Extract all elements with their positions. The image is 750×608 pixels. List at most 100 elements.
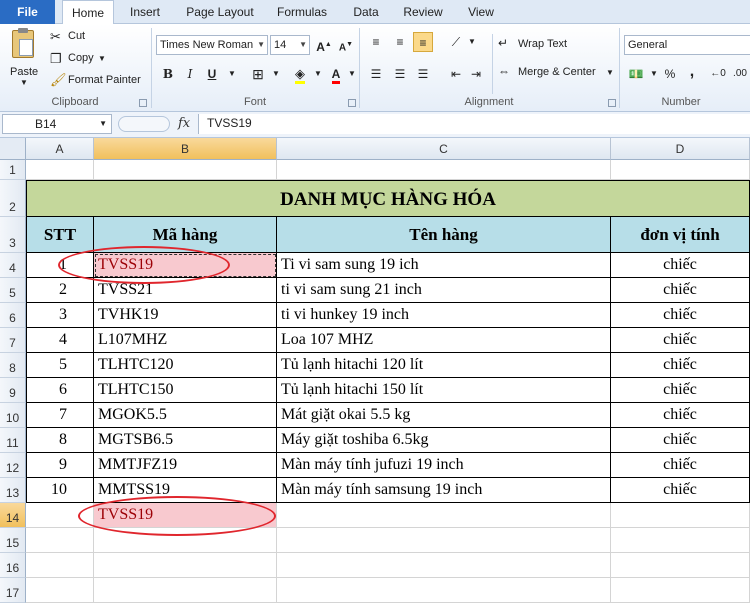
cell-ten-hang[interactable]: Màn máy tính jufuzi 19 inch: [277, 453, 611, 478]
cell-ma-hang[interactable]: MMTJFZ19: [94, 453, 277, 478]
chevron-down-icon[interactable]: ▼: [222, 64, 242, 84]
tab-review[interactable]: Review: [398, 0, 448, 24]
tab-view[interactable]: View: [458, 0, 504, 24]
row-header[interactable]: 6: [0, 303, 26, 328]
align-right-icon[interactable]: ☰: [413, 64, 433, 84]
cell-stt[interactable]: 9: [26, 453, 94, 478]
cell-stt[interactable]: 5: [26, 353, 94, 378]
cell-don-vi[interactable]: chiếc: [611, 453, 750, 478]
row-header[interactable]: 10: [0, 403, 26, 428]
row-header[interactable]: 14: [0, 503, 26, 528]
cell-d14[interactable]: [611, 503, 750, 528]
cell-ma-hang-highlighted[interactable]: TVSS19: [94, 253, 277, 278]
cell-c1[interactable]: [277, 160, 611, 180]
format-painter-button[interactable]: 🖌 Format Painter: [50, 72, 146, 90]
cell-stt[interactable]: 8: [26, 428, 94, 453]
cell-ma-hang[interactable]: TLHTC120: [94, 353, 277, 378]
cell-ten-hang[interactable]: Máy giặt toshiba 6.5kg: [277, 428, 611, 453]
cell-a17[interactable]: [26, 578, 94, 603]
cell-ma-hang[interactable]: MGTSB6.5: [94, 428, 277, 453]
tab-formulas[interactable]: Formulas: [270, 0, 334, 24]
tab-page-layout[interactable]: Page Layout: [180, 0, 260, 24]
cell-stt[interactable]: 7: [26, 403, 94, 428]
cell-ten-hang[interactable]: Ti vi sam sung 19 ich: [277, 253, 611, 278]
cell-don-vi[interactable]: chiếc: [611, 328, 750, 353]
alignment-launcher-icon[interactable]: [608, 99, 616, 107]
cell-c15[interactable]: [277, 528, 611, 553]
row-header[interactable]: 5: [0, 278, 26, 303]
row-header[interactable]: 7: [0, 328, 26, 353]
header-don-vi-tinh[interactable]: đơn vị tính: [611, 217, 750, 253]
tab-home[interactable]: Home: [62, 0, 114, 25]
shrink-font-icon[interactable]: A▼: [336, 35, 356, 55]
formula-input[interactable]: TVSS19: [198, 114, 750, 134]
formula-bar-splitter[interactable]: [118, 116, 170, 132]
cell-ma-hang[interactable]: TLHTC150: [94, 378, 277, 403]
header-stt[interactable]: STT: [26, 217, 94, 253]
increase-indent-icon[interactable]: ⇥: [466, 64, 486, 84]
cell-c14[interactable]: [277, 503, 611, 528]
cell-ma-hang[interactable]: L107MHZ: [94, 328, 277, 353]
chevron-down-icon[interactable]: ▼: [266, 64, 286, 84]
clipboard-launcher-icon[interactable]: [139, 99, 147, 107]
column-header-c[interactable]: C: [277, 138, 611, 160]
align-middle-icon[interactable]: ≡: [390, 32, 410, 52]
cell-don-vi[interactable]: chiếc: [611, 278, 750, 303]
cell-stt[interactable]: 1: [26, 253, 94, 278]
cell-d15[interactable]: [611, 528, 750, 553]
row-header[interactable]: 9: [0, 378, 26, 403]
select-all-corner[interactable]: [0, 138, 26, 160]
decrease-decimal-icon[interactable]: .00: [730, 64, 750, 84]
cell-don-vi[interactable]: chiếc: [611, 303, 750, 328]
merge-center-button[interactable]: ⇔ Merge & Center ▼: [498, 64, 616, 82]
column-header-b[interactable]: B: [94, 138, 277, 160]
cell-ten-hang[interactable]: ti vi sam sung 21 inch: [277, 278, 611, 303]
cut-button[interactable]: ✂ Cut: [50, 28, 110, 46]
cell-d17[interactable]: [611, 578, 750, 603]
cell-stt[interactable]: 3: [26, 303, 94, 328]
underline-button[interactable]: U: [202, 64, 222, 84]
row-header[interactable]: 2: [0, 180, 26, 217]
cell-b14-selected[interactable]: TVSS19: [94, 503, 277, 528]
cell-don-vi[interactable]: chiếc: [611, 378, 750, 403]
cell-a1[interactable]: [26, 160, 94, 180]
cell-stt[interactable]: 4: [26, 328, 94, 353]
row-header[interactable]: 1: [0, 160, 26, 180]
cell-don-vi[interactable]: chiếc: [611, 478, 750, 503]
cell-a14[interactable]: [26, 503, 94, 528]
cell-ten-hang[interactable]: Màn máy tính samsung 19 inch: [277, 478, 611, 503]
paste-button[interactable]: Paste ▼: [6, 28, 42, 87]
sheet-title[interactable]: DANH MỤC HÀNG HÓA: [26, 180, 750, 217]
row-header[interactable]: 12: [0, 453, 26, 478]
cell-ma-hang[interactable]: TVHK19: [94, 303, 277, 328]
cell-ma-hang[interactable]: MGOK5.5: [94, 403, 277, 428]
align-top-icon[interactable]: ≡: [366, 32, 386, 52]
row-header[interactable]: 8: [0, 353, 26, 378]
decrease-indent-icon[interactable]: ⇤: [446, 64, 466, 84]
insert-function-icon[interactable]: fx: [178, 116, 190, 131]
cell-ten-hang[interactable]: Tủ lạnh hitachi 120 lít: [277, 353, 611, 378]
cell-stt[interactable]: 6: [26, 378, 94, 403]
cell-ten-hang[interactable]: Tủ lạnh hitachi 150 lít: [277, 378, 611, 403]
cell-d1[interactable]: [611, 160, 750, 180]
bold-button[interactable]: B: [158, 64, 178, 84]
cell-ten-hang[interactable]: Mát giặt okai 5.5 kg: [277, 403, 611, 428]
align-bottom-icon[interactable]: ≡: [413, 32, 433, 52]
row-header[interactable]: 4: [0, 253, 26, 278]
name-box[interactable]: B14 ▼: [2, 114, 112, 134]
row-header[interactable]: 15: [0, 528, 26, 553]
grow-font-icon[interactable]: A▲: [314, 35, 334, 55]
cell-c17[interactable]: [277, 578, 611, 603]
increase-decimal-icon[interactable]: ←0: [708, 64, 728, 84]
cell-a15[interactable]: [26, 528, 94, 553]
comma-button[interactable]: ,: [682, 62, 702, 82]
percent-button[interactable]: %: [660, 64, 680, 84]
copy-button[interactable]: ❐ Copy ▼: [50, 50, 110, 68]
currency-icon[interactable]: 💵: [626, 64, 646, 84]
italic-button[interactable]: I: [180, 64, 200, 84]
row-header[interactable]: 13: [0, 478, 26, 503]
cell-c16[interactable]: [277, 553, 611, 578]
cell-don-vi[interactable]: chiếc: [611, 353, 750, 378]
borders-icon[interactable]: ⊞: [248, 64, 268, 84]
cell-ma-hang[interactable]: MMTSS19: [94, 478, 277, 503]
